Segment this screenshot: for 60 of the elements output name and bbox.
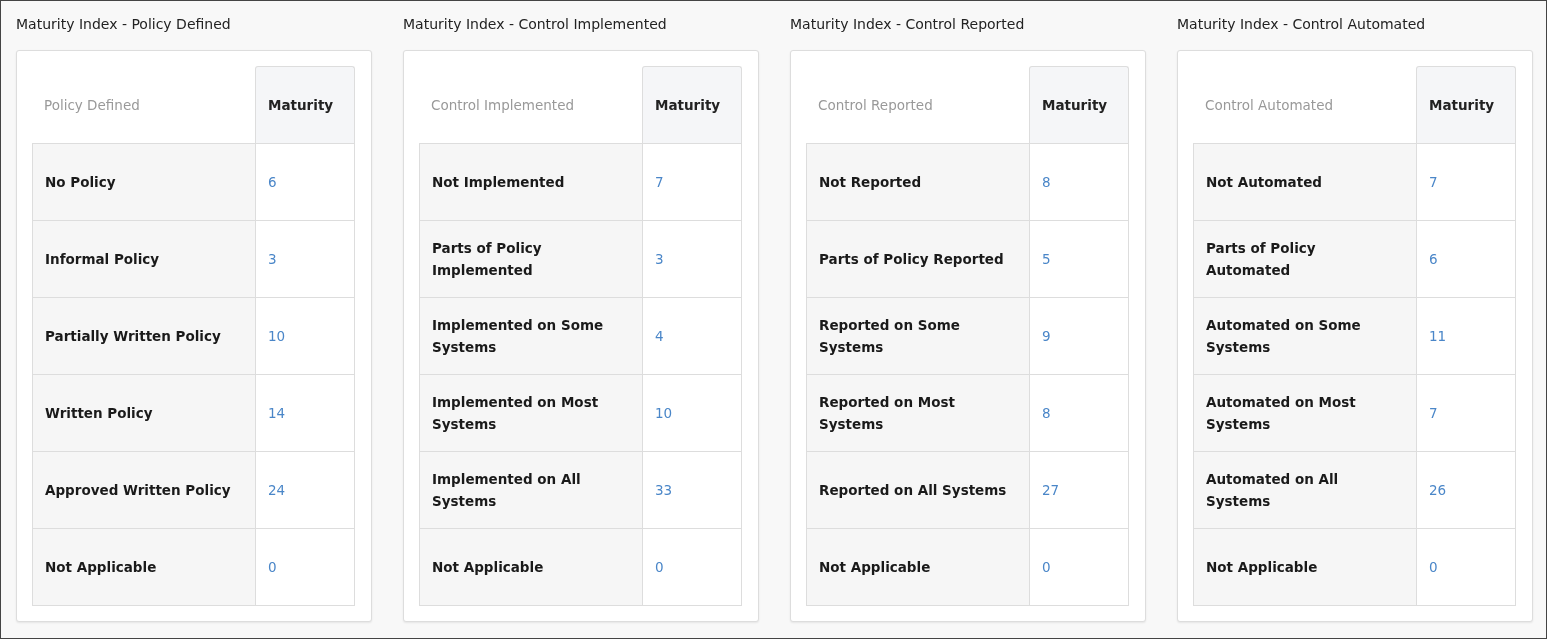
maturity-value-cell: 26 <box>1416 451 1516 528</box>
row-label-cell: Parts of Policy Reported <box>806 220 1029 297</box>
column-header: Maturity <box>1029 66 1129 143</box>
row-label-cell: Reported on Some Systems <box>806 297 1029 374</box>
maturity-value-cell: 33 <box>642 451 742 528</box>
maturity-value-cell: 0 <box>642 528 742 606</box>
maturity-value-cell: 3 <box>642 220 742 297</box>
row-label-cell: Not Implemented <box>419 143 642 220</box>
maturity-value-cell: 10 <box>255 297 355 374</box>
row-label-cell: Not Applicable <box>806 528 1029 606</box>
panel-title: Maturity Index - Control Automated <box>1177 15 1427 34</box>
maturity-value-cell: 0 <box>1029 528 1129 606</box>
column-header: Control Automated <box>1204 95 1335 115</box>
maturity-value-cell: 14 <box>255 374 355 451</box>
maturity-value-cell: 7 <box>1416 143 1516 220</box>
maturity-value-cell: 11 <box>1416 297 1516 374</box>
maturity-value-cell: 5 <box>1029 220 1129 297</box>
row-label-cell: Parts of Policy Implemented <box>419 220 642 297</box>
row-label-cell: Not Applicable <box>1193 528 1416 606</box>
row-label-cell: Written Policy <box>32 374 255 451</box>
maturity-value-cell: 7 <box>1416 374 1516 451</box>
column-header: Control Reported <box>817 95 934 115</box>
row-label-cell: Reported on All Systems <box>806 451 1029 528</box>
maturity-value-cell: 6 <box>255 143 355 220</box>
maturity-value-cell: 0 <box>1416 528 1516 606</box>
maturity-value-cell: 8 <box>1029 374 1129 451</box>
maturity-value-cell: 24 <box>255 451 355 528</box>
column-header: Policy Defined <box>43 95 141 115</box>
maturity-value-cell: 0 <box>255 528 355 606</box>
panel-title: Maturity Index - Control Reported <box>790 15 1026 34</box>
maturity-value-cell: 3 <box>255 220 355 297</box>
maturity-value-cell: 9 <box>1029 297 1129 374</box>
row-label-cell: Automated on Some Systems <box>1193 297 1416 374</box>
row-label-cell: Not Reported <box>806 143 1029 220</box>
row-label-cell: Not Applicable <box>32 528 255 606</box>
maturity-value-cell: 10 <box>642 374 742 451</box>
row-label-cell: Implemented on Some Systems <box>419 297 642 374</box>
panel-title: Maturity Index - Policy Defined <box>16 15 232 34</box>
row-label-cell: Implemented on All Systems <box>419 451 642 528</box>
column-header: Maturity <box>642 66 742 143</box>
panel-title: Maturity Index - Control Implemented <box>403 15 668 34</box>
column-header: Maturity <box>1416 66 1516 143</box>
row-label-cell: Parts of Policy Automated <box>1193 220 1416 297</box>
maturity-value-cell: 6 <box>1416 220 1516 297</box>
row-label-cell: Automated on All Systems <box>1193 451 1416 528</box>
row-label-cell: Implemented on Most Systems <box>419 374 642 451</box>
row-label-cell: No Policy <box>32 143 255 220</box>
row-label-cell: Not Applicable <box>419 528 642 606</box>
maturity-value-cell: 4 <box>642 297 742 374</box>
maturity-value-cell: 8 <box>1029 143 1129 220</box>
row-label-cell: Not Automated <box>1193 143 1416 220</box>
maturity-value-cell: 7 <box>642 143 742 220</box>
row-label-cell: Reported on Most Systems <box>806 374 1029 451</box>
row-label-cell: Automated on Most Systems <box>1193 374 1416 451</box>
row-label-cell: Partially Written Policy <box>32 297 255 374</box>
column-header: Maturity <box>255 66 355 143</box>
row-label-cell: Approved Written Policy <box>32 451 255 528</box>
maturity-value-cell: 27 <box>1029 451 1129 528</box>
row-label-cell: Informal Policy <box>32 220 255 297</box>
column-header: Control Implemented <box>430 95 576 115</box>
